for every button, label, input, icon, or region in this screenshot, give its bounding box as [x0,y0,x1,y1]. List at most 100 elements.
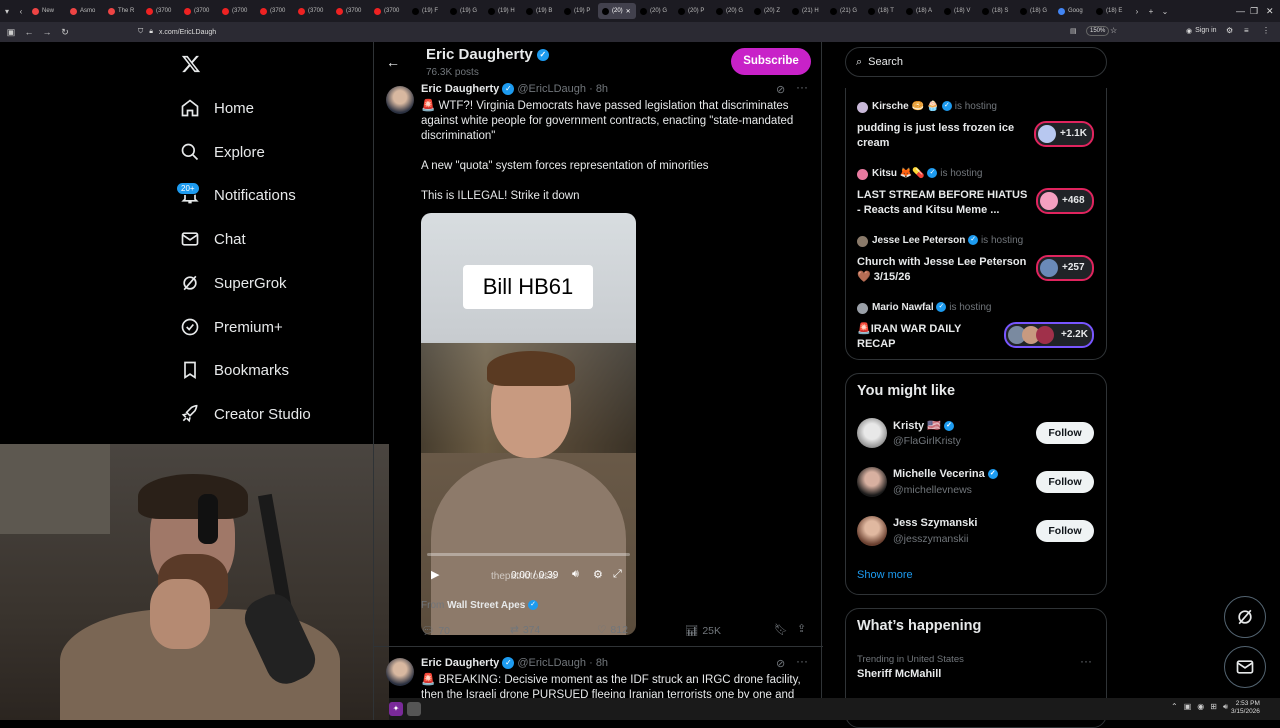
user-avatar[interactable] [857,516,887,546]
share-icon[interactable]: ⇪ [797,622,806,635]
browser-tab[interactable]: The R [104,3,142,19]
search-input[interactable]: Search [868,56,903,68]
maximize-icon[interactable]: ❐ [1250,0,1258,22]
video-progress-bar[interactable] [427,553,630,556]
reader-icon[interactable]: ▤ [1070,27,1077,35]
nav-chat[interactable]: Chat [180,224,246,254]
user-name[interactable]: Kristy 🇺🇸 [893,420,941,432]
tweet-time[interactable]: · 8h [589,657,608,669]
browser-tab[interactable]: (19) H [484,3,522,19]
trend-name[interactable]: Sheriff McMahill [857,668,941,680]
volume-icon[interactable]: 🔊︎ [572,568,579,581]
tweet-avatar[interactable] [386,86,414,114]
browser-tab[interactable]: (3700 [142,3,180,19]
new-tab-icon[interactable]: + [1144,7,1158,16]
bookmark-icon[interactable]: 🔖︎ [774,623,788,636]
menu-icon[interactable]: ≡ [1244,26,1249,35]
user-avatar[interactable] [857,418,887,448]
reply-button[interactable]: 💬︎ 70 [421,624,450,638]
chevron-down-icon[interactable]: ⌄ [1158,7,1172,16]
app-icon[interactable] [407,702,421,716]
browser-tab[interactable]: (19) G [446,3,484,19]
browser-tab[interactable]: (18) S [978,3,1016,19]
more-options-icon[interactable]: ··· [1080,654,1092,668]
zoom-badge[interactable]: 150% [1086,26,1110,36]
scroll-tabs-left-icon[interactable]: ‹ [14,7,28,16]
video-source-link[interactable]: Wall Street Apes [447,600,525,611]
browser-tab[interactable]: (20) Z [750,3,788,19]
tweet-author[interactable]: Eric Daugherty [421,83,499,95]
tweet-avatar[interactable] [386,658,414,686]
tweet-handle[interactable]: @EricLDaugh [517,657,586,669]
tweet-time[interactable]: · 8h [589,83,608,95]
browser-tab[interactable]: (18) E [1092,3,1130,19]
grok-icon[interactable]: ⊘ [776,83,785,96]
browser-tab[interactable]: Asmo [66,3,104,19]
extensions-icon[interactable]: ⚙ [1226,26,1233,35]
space-listeners[interactable]: +2.2K [1004,322,1094,348]
user-handle[interactable]: @michellevnews [893,484,972,496]
nav-premium[interactable]: Premium+ [180,312,283,342]
views-button[interactable]: 📊︎ 25K [685,624,721,638]
browser-tab[interactable]: Goog [1054,3,1092,19]
browser-tab[interactable]: (21) H [788,3,826,19]
browser-tab[interactable]: (3700 [218,3,256,19]
browser-tab[interactable]: (19) P [560,3,598,19]
repost-button[interactable]: ⇄ 374 [510,624,540,636]
sign-in-button[interactable]: ◉ Sign in [1186,27,1217,35]
settings-icon[interactable]: ⚙ [593,568,603,581]
follow-button[interactable]: Follow [1036,471,1094,493]
browser-tab[interactable]: (3700 [180,3,218,19]
forward-icon[interactable]: → [38,27,56,37]
x-logo-icon[interactable] [180,54,202,79]
browser-tab[interactable]: (20) G [712,3,750,19]
minimize-icon[interactable]: — [1236,0,1245,22]
tweet-author[interactable]: Eric Daugherty [421,657,499,669]
browser-tab[interactable]: (18) V [940,3,978,19]
browser-tab[interactable]: (19) F [408,3,446,19]
user-handle[interactable]: @jesszymanskii [893,533,968,545]
nav-explore[interactable]: Explore [180,137,265,167]
browser-tab[interactable]: (19) B [522,3,560,19]
space-listeners[interactable]: +1.1K [1034,121,1094,147]
browser-tab[interactable]: (18) G [1016,3,1054,19]
browser-tab[interactable]: (3700 [370,3,408,19]
space-listeners[interactable]: +468 [1036,188,1094,214]
url-bar[interactable]: ⛉ 🔒︎ x.com/EricLDaugh [132,24,1122,40]
tweet-video[interactable]: Bill HB61 thepatriotoasis ▶ 0:00 / 0:39 … [421,213,636,635]
user-handle[interactable]: @FlaGirlKristy [893,435,961,447]
browser-tab[interactable]: (20) P [674,3,712,19]
browser-tab[interactable]: (18) T [864,3,902,19]
tray-icons[interactable]: ⌃▣◉⊞🔊︎ [1171,702,1234,712]
reload-icon[interactable]: ↻ [56,27,74,38]
clock[interactable]: 2:53 PM 3/15/2026 [1231,700,1260,716]
close-tab-icon[interactable]: ✕ [626,8,631,15]
browser-tab[interactable]: (3700 [332,3,370,19]
space-listeners[interactable]: +257 [1036,255,1094,281]
scroll-tabs-right-icon[interactable]: › [1130,7,1144,16]
browser-tab[interactable]: New [28,3,66,19]
like-button[interactable]: ♡ 812 [597,624,628,636]
browser-tab[interactable]: (20) ✕ [598,3,636,19]
grok-icon[interactable]: ⊘ [776,657,785,670]
user-name[interactable]: Jess Szymanski [893,517,977,529]
tab-list-icon[interactable]: ▾ [0,7,14,16]
nav-bookmarks[interactable]: Bookmarks [180,355,289,385]
tweet-handle[interactable]: @EricLDaugh [517,83,586,95]
more-options-icon[interactable]: ··· [796,654,808,668]
follow-button[interactable]: Follow [1036,520,1094,542]
back-arrow-icon[interactable]: ← [386,54,400,70]
more-icon[interactable]: ⋮ [1262,26,1270,35]
browser-tab[interactable]: (20) G [636,3,674,19]
user-name[interactable]: Michelle Vecerina [893,468,985,480]
nav-creator-studio[interactable]: Creator Studio [180,399,311,429]
show-more-link[interactable]: Show more [857,569,913,581]
user-avatar[interactable] [857,467,887,497]
browser-tab[interactable]: (3700 [256,3,294,19]
nav-supergrok[interactable]: SuperGrok [180,268,287,298]
fullscreen-icon[interactable]: ⤢ [613,568,622,581]
back-icon[interactable]: ← [20,27,38,37]
star-icon[interactable]: ☆ [1110,26,1117,35]
more-options-icon[interactable]: ··· [796,80,808,94]
grok-floating-button[interactable] [1224,596,1266,638]
